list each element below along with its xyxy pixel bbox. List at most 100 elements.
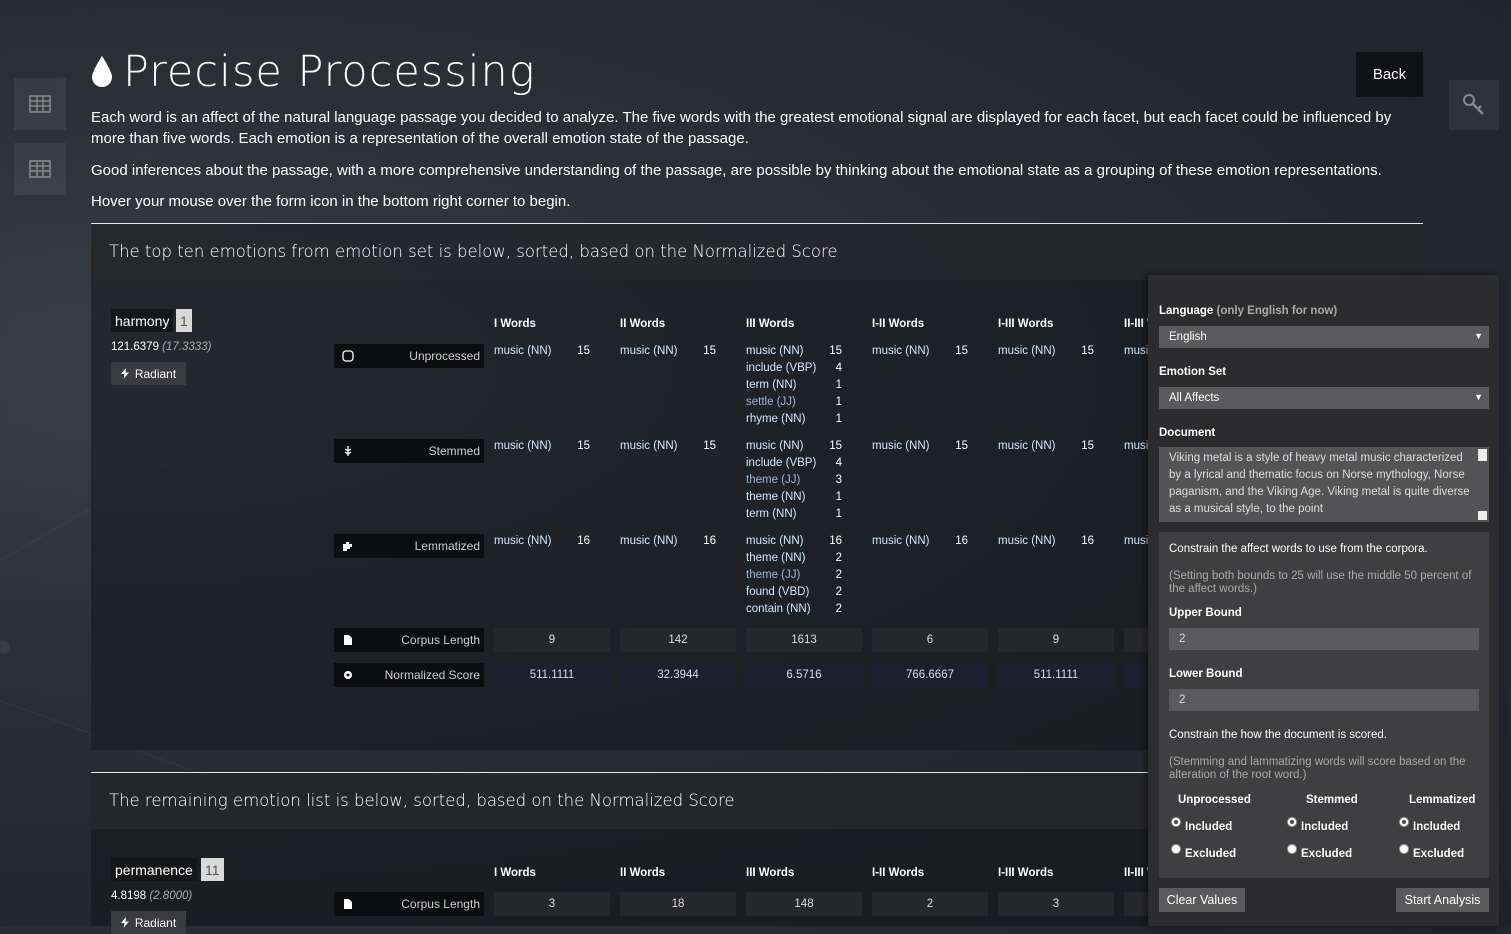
radiant-button[interactable]: Radiant — [111, 362, 186, 385]
word-count: 4 — [835, 362, 842, 374]
emotion-score-paren: (17.3333) — [162, 341, 212, 353]
affect-word[interactable]: include (VBP) — [746, 457, 1148, 469]
emotion-score-paren: (2.8000) — [149, 890, 193, 902]
word-count: 16 — [577, 535, 590, 547]
emotion-name: permanence — [111, 858, 197, 881]
affect-word[interactable]: theme (JJ) — [746, 569, 1148, 581]
affect-word[interactable]: theme (NN) — [746, 491, 1148, 503]
radio-excluded-stemmed[interactable]: Excluded — [1287, 844, 1353, 860]
back-button[interactable]: Back — [1356, 52, 1423, 97]
clear-values-button[interactable]: Clear Values — [1159, 888, 1245, 912]
word-count: 15 — [829, 345, 842, 357]
word-count: 15 — [1081, 345, 1094, 357]
upper-bound-label: Upper Bound — [1169, 607, 1242, 619]
drop-icon — [92, 56, 112, 87]
corpus-length-cell: 142 — [620, 628, 736, 652]
radio-label: Included — [1413, 821, 1461, 833]
chevron-down-icon: ▼ — [1474, 392, 1483, 402]
top-emotions-heading: The top ten emotions from emotion set is… — [109, 242, 838, 261]
start-analysis-button[interactable]: Start Analysis — [1396, 888, 1489, 912]
file-icon — [344, 635, 352, 645]
row-label-text: Corpus Length — [401, 897, 480, 911]
table-icon — [29, 95, 51, 113]
affect-word[interactable]: music (NN) — [1124, 345, 1148, 357]
corpus-length-cell: 148 — [746, 892, 862, 916]
radio-group-heading: Lemmatized — [1409, 794, 1476, 806]
affect-word[interactable]: found (VBD) — [746, 586, 1148, 598]
resize-handle[interactable] — [1478, 511, 1487, 520]
radio-circle[interactable] — [1171, 844, 1181, 854]
corpus-length-cell: 3 — [494, 892, 610, 916]
affect-word[interactable]: term (NN) — [746, 379, 1148, 391]
analysis-form-panel: Language (only English for now) English … — [1148, 275, 1499, 926]
corpus-length-cell: 18 — [620, 892, 736, 916]
affect-word[interactable]: music (NN) — [1124, 535, 1148, 547]
row-label-text: Lemmatized — [414, 539, 480, 553]
radiant-button[interactable]: Radiant — [111, 911, 186, 934]
row-label-text: Stemmed — [428, 444, 480, 458]
word-count: 1 — [835, 413, 842, 425]
radio-circle[interactable] — [1287, 844, 1297, 854]
corpus-length-cell: 6 — [872, 628, 988, 652]
corpus-length-cell — [1124, 628, 1148, 652]
affect-word[interactable]: contain (NN) — [746, 603, 1148, 615]
constrain-scored-note: (Stemming and lammatizing words will sco… — [1169, 756, 1466, 781]
word-count: 2 — [835, 603, 842, 615]
corpus-length-cell: 9 — [998, 628, 1114, 652]
affect-word[interactable]: rhyme (NN) — [746, 413, 1148, 425]
language-select[interactable]: English ▼ — [1159, 326, 1489, 348]
word-count: 15 — [703, 440, 716, 452]
affect-word[interactable]: theme (NN) — [746, 552, 1148, 564]
row-label: Lemmatized — [334, 534, 484, 558]
affect-word[interactable]: theme (JJ) — [746, 474, 1148, 486]
emotion-set-value: All Affects — [1169, 392, 1220, 404]
radio-included-lemmatized[interactable]: Included — [1399, 817, 1461, 833]
table-view-button[interactable] — [14, 78, 66, 130]
radio-circle[interactable] — [1171, 817, 1181, 827]
affect-word[interactable]: term (NN) — [746, 508, 1148, 520]
radiant-label: Radiant — [134, 915, 177, 930]
radio-included-unprocessed[interactable]: Included — [1171, 817, 1232, 833]
emotion-rank-badge: 1 — [176, 309, 192, 332]
affect-word[interactable]: include (VBP) — [746, 362, 1148, 374]
radiant-label: Radiant — [134, 366, 177, 381]
word-count: 4 — [835, 457, 842, 469]
radio-excluded-lemmatized[interactable]: Excluded — [1399, 844, 1464, 860]
radio-circle[interactable] — [1399, 817, 1409, 827]
emotion-name: harmony — [111, 309, 174, 332]
row-label-text: Corpus Length — [401, 633, 480, 647]
bolt-icon — [120, 917, 129, 928]
normalized-score-cell — [1124, 663, 1148, 687]
radio-included-stemmed[interactable]: Included — [1287, 817, 1348, 833]
radio-group-heading: Stemmed — [1306, 794, 1358, 806]
document-text: Viking metal is a style of heavy metal m… — [1169, 452, 1470, 515]
affect-word[interactable]: settle (JJ) — [746, 396, 1148, 408]
radio-excluded-unprocessed[interactable]: Excluded — [1171, 844, 1236, 860]
textarea-scrollbar[interactable] — [1478, 449, 1487, 461]
top-emotions-header: The top ten emotions from emotion set is… — [91, 224, 1423, 280]
normalized-score-cell: 511.1111 — [998, 663, 1114, 687]
row-label: Corpus Length — [334, 892, 484, 916]
key-button[interactable] — [1449, 80, 1499, 130]
word-count: 1 — [835, 491, 842, 503]
emotion-score: 4.8198 (2.8000) — [111, 890, 192, 902]
corpus-length-cell — [1124, 892, 1148, 916]
emotion-set-select[interactable]: All Affects ▼ — [1159, 387, 1489, 409]
upper-bound-input[interactable]: 2 — [1169, 628, 1479, 650]
emotion-rank-badge: 11 — [201, 858, 224, 881]
radio-circle[interactable] — [1287, 817, 1297, 827]
emotion-score-value: 121.6379 — [111, 341, 159, 353]
constrain-scored-text: Constrain the how the document is scored… — [1169, 729, 1387, 741]
lower-bound-input[interactable]: 2 — [1169, 689, 1479, 711]
word-count: 2 — [835, 586, 842, 598]
language-note: (only English for now) — [1216, 305, 1338, 317]
page-title: Precise Processing — [123, 47, 536, 97]
bolt-icon — [120, 368, 129, 379]
table-view-button-2[interactable] — [14, 143, 66, 195]
word-count: 2 — [835, 552, 842, 564]
affect-word[interactable]: music (NN) — [1124, 440, 1148, 452]
corpus-length-cell: 3 — [998, 892, 1114, 916]
document-textarea[interactable]: Viking metal is a style of heavy metal m… — [1159, 447, 1489, 522]
radio-label: Excluded — [1301, 848, 1353, 860]
radio-circle[interactable] — [1399, 844, 1409, 854]
